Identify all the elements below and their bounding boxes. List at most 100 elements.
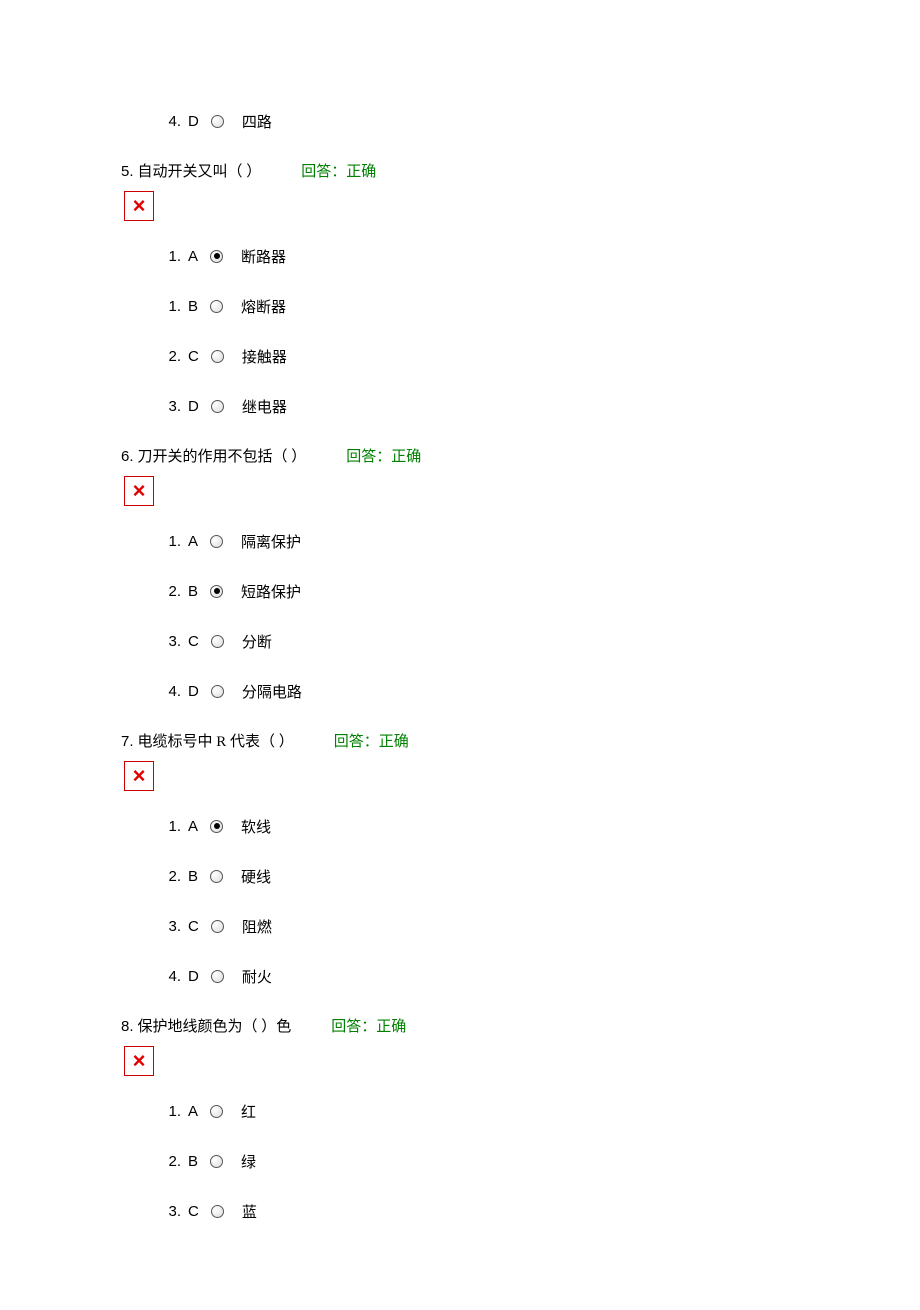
question-text: 自动开关又叫（ ） — [138, 160, 262, 181]
option-number: 4. — [165, 683, 181, 700]
option-row: 4.D分隔电路 — [165, 680, 920, 702]
option-row: 3. D 继电器 — [165, 395, 920, 417]
option-number: 1. — [165, 533, 181, 550]
option-text: 继电器 — [242, 396, 287, 417]
option-letter: A — [188, 533, 198, 550]
radio-icon[interactable] — [211, 685, 224, 698]
options-block: 1. A 软线 2. B 硬线 3. C 阻燃 4. D 耐火 — [0, 815, 920, 987]
option-row: 3. C 阻燃 — [165, 915, 920, 937]
radio-icon[interactable] — [210, 585, 223, 598]
option-row: 3. C 蓝 — [165, 1200, 920, 1222]
option-letter: C — [188, 1203, 199, 1220]
option-row: 1. B 熔断器 — [165, 295, 920, 317]
option-letter: C — [188, 348, 199, 365]
option-number: 3. — [165, 398, 181, 415]
option-letter: A — [188, 248, 198, 265]
option-letter: B — [188, 583, 198, 600]
option-text: 蓝 — [242, 1201, 257, 1222]
options-block: 1.A隔离保护2.B短路保护3.C分断4.D分隔电路 — [0, 530, 920, 702]
option-number: 3. — [165, 918, 181, 935]
option-number: 1. — [165, 248, 181, 265]
option-number: 1. — [165, 818, 181, 835]
option-text: 熔断器 — [241, 296, 286, 317]
close-icon[interactable]: × — [124, 1046, 154, 1076]
option-row: 2. B 绿 — [165, 1150, 920, 1172]
option-letter: B — [188, 1153, 198, 1170]
option-letter: A — [188, 818, 198, 835]
option-number: 2. — [165, 868, 181, 885]
question-row: 7.电缆标号中 R 代表（ ）回答：正确 — [121, 730, 920, 751]
option-letter: D — [188, 968, 199, 985]
radio-icon[interactable] — [210, 870, 223, 883]
option-text: 红 — [241, 1101, 256, 1122]
option-row: 1.A红 — [165, 1100, 920, 1122]
radio-icon[interactable] — [210, 250, 223, 263]
question-row: 5.自动开关又叫（ ） 回答：正确 — [121, 160, 920, 181]
question-row: 6.刀开关的作用不包括（ ） 回答：正确 — [121, 445, 920, 466]
question-text: 电缆标号中 R 代表（ ） — [138, 730, 294, 751]
option-row: 1. A 隔离保护 — [165, 530, 920, 552]
radio-icon[interactable] — [211, 400, 224, 413]
radio-icon[interactable] — [211, 920, 224, 933]
option-number: 4. — [165, 113, 181, 130]
close-icon[interactable]: × — [124, 191, 154, 221]
question-number: 8. — [121, 1018, 134, 1035]
option-number: 4. — [165, 968, 181, 985]
answer-feedback: 回答：正确 — [334, 730, 409, 751]
option-row: 1. A 软线 — [165, 815, 920, 837]
radio-icon[interactable] — [210, 535, 223, 548]
option-number: 3. — [165, 633, 181, 650]
option-letter: D — [188, 398, 199, 415]
question-number: 5. — [121, 163, 134, 180]
option-number: 2. — [165, 1153, 181, 1170]
radio-icon[interactable] — [211, 970, 224, 983]
option-text: 短路保护 — [241, 581, 301, 602]
answer-feedback: 回答：正确 — [346, 445, 421, 466]
radio-icon[interactable] — [210, 820, 223, 833]
radio-icon[interactable] — [211, 115, 224, 128]
radio-icon[interactable] — [210, 1105, 223, 1118]
option-letter: D — [188, 113, 199, 130]
option-text: 隔离保护 — [241, 531, 301, 552]
option-row: 2. C 接触器 — [165, 345, 920, 367]
radio-icon[interactable] — [210, 300, 223, 313]
option-text: 绿 — [241, 1151, 256, 1172]
option-row: 2. B 硬线 — [165, 865, 920, 887]
option-row: 3. C 分断 — [165, 630, 920, 652]
option-row: 4. D 耐火 — [165, 965, 920, 987]
radio-icon[interactable] — [210, 1155, 223, 1168]
option-number: 2. — [165, 348, 181, 365]
option-text: 阻燃 — [242, 916, 272, 937]
option-letter: D — [188, 683, 199, 700]
radio-icon[interactable] — [211, 350, 224, 363]
option-number: 2. — [165, 583, 181, 600]
option-number: 3. — [165, 1203, 181, 1220]
option-text: 耐火 — [242, 966, 272, 987]
question-text: 刀开关的作用不包括（ ） — [138, 445, 307, 466]
question-row: 8.保护地线颜色为（ ）色 回答：正确 — [121, 1015, 920, 1036]
option-text: 分断 — [242, 631, 272, 652]
options-block: 1. A 断路器 1. B 熔断器 2. C 接触器 3. D 继电器 — [0, 245, 920, 417]
radio-icon[interactable] — [211, 1205, 224, 1218]
option-text: 接触器 — [242, 346, 287, 367]
option-letter: B — [188, 868, 198, 885]
answer-feedback: 回答：正确 — [301, 160, 376, 181]
close-icon[interactable]: × — [124, 761, 154, 791]
option-text: 硬线 — [241, 866, 271, 887]
option-text: 四路 — [242, 111, 272, 132]
option-number: 1. — [165, 298, 181, 315]
option-text: 断路器 — [241, 246, 286, 267]
option-text: 软线 — [241, 816, 271, 837]
close-icon[interactable]: × — [124, 476, 154, 506]
options-block: 1.A红2.B绿3.C蓝 — [0, 1100, 920, 1222]
radio-icon[interactable] — [211, 635, 224, 648]
question-text: 保护地线颜色为（ ）色 — [138, 1015, 292, 1036]
option-letter: C — [188, 633, 199, 650]
option-row: 4. D 四路 — [165, 110, 920, 132]
question-number: 6. — [121, 448, 134, 465]
option-letter: B — [188, 298, 198, 315]
option-letter: C — [188, 918, 199, 935]
page-content: 4. D 四路 5.自动开关又叫（ ） 回答：正确 × 1. A 断路器 1. B 熔断器 2. C… — [0, 0, 920, 1310]
option-letter: A — [188, 1103, 198, 1120]
answer-feedback: 回答：正确 — [331, 1015, 406, 1036]
